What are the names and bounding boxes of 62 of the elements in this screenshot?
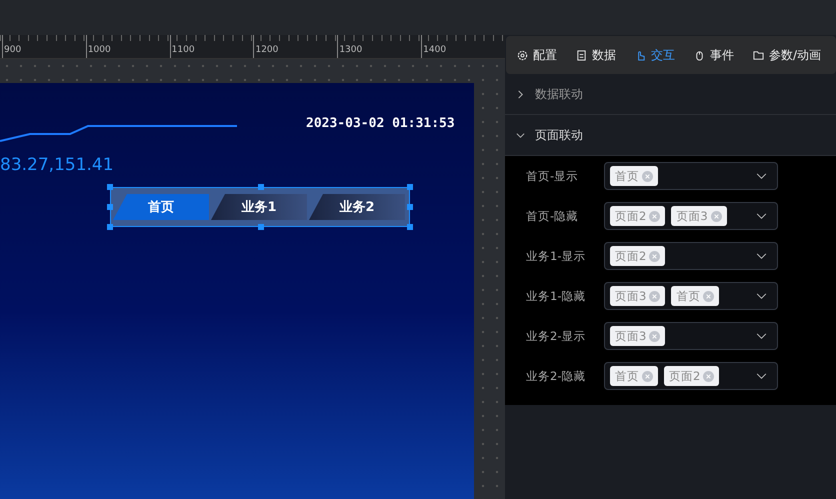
field-label: 首页-隐藏	[525, 208, 580, 224]
tag: 页面3	[671, 206, 727, 226]
multi-select[interactable]: 页面3	[604, 322, 778, 350]
ruler-label: 1100	[170, 35, 254, 58]
close-icon[interactable]	[642, 370, 653, 382]
resize-handle[interactable]	[407, 224, 413, 230]
multi-select[interactable]: 页面2 页面3	[604, 202, 778, 230]
multi-select[interactable]: 首页 页面2	[604, 362, 778, 390]
resize-handle[interactable]	[407, 204, 413, 210]
tag: 页面2	[610, 246, 666, 266]
panel-tab[interactable]: 数据	[576, 46, 616, 64]
multi-select[interactable]: 页面2	[604, 242, 778, 270]
resize-handle[interactable]	[107, 204, 113, 210]
widget-tab[interactable]: 业务2	[309, 194, 405, 220]
chevron-icon	[516, 130, 525, 140]
datetime-text: 2023-03-02 01:31:53	[306, 116, 455, 131]
tag: 页面3	[610, 326, 666, 346]
tag: 页面3	[610, 286, 666, 306]
close-icon[interactable]	[710, 210, 722, 222]
collapse-header[interactable]: 数据联动	[505, 74, 836, 115]
field-label: 业务2-隐藏	[525, 368, 586, 384]
mouse-icon	[694, 50, 705, 60]
tag: 页面2	[610, 206, 666, 226]
close-icon[interactable]	[649, 210, 660, 222]
field-label: 首页-显示	[525, 168, 580, 184]
field-label: 业务1-隐藏	[525, 288, 586, 304]
resize-handle[interactable]	[107, 224, 113, 230]
ruler-label: 1300	[337, 35, 422, 58]
folder-icon	[753, 50, 764, 60]
tab-widget[interactable]: 首页 业务1 业务2	[110, 187, 410, 227]
resize-handle[interactable]	[258, 184, 264, 190]
resize-handle[interactable]	[258, 224, 264, 230]
resize-handle[interactable]	[107, 184, 113, 190]
ruler-label: 1200	[253, 35, 338, 58]
coordinates-text: 83.27,151.41	[0, 155, 114, 175]
close-icon[interactable]	[649, 290, 660, 302]
tag: 首页	[610, 166, 658, 186]
hand-pointer-icon	[635, 50, 646, 60]
panel-tab[interactable]: 事件	[694, 46, 734, 64]
close-icon[interactable]	[649, 250, 660, 262]
chevron-icon	[516, 90, 525, 98]
close-icon[interactable]	[703, 370, 714, 382]
gear-icon	[517, 50, 528, 60]
field-label: 业务2-显示	[525, 328, 586, 344]
close-icon[interactable]	[642, 170, 653, 182]
tag: 页面2	[664, 366, 720, 386]
tag: 首页	[610, 366, 658, 386]
panel-tab[interactable]: 交互	[635, 46, 675, 64]
ruler-label: 900	[2, 35, 86, 58]
close-icon[interactable]	[649, 330, 660, 342]
ruler-label: 1000	[86, 35, 170, 58]
widget-tab[interactable]: 业务1	[211, 194, 307, 220]
widget-tab[interactable]: 首页	[113, 194, 209, 220]
multi-select[interactable]: 页面3 首页	[604, 282, 778, 310]
multi-select[interactable]: 首页	[604, 162, 778, 190]
tag: 首页	[671, 286, 720, 306]
field-label: 业务1-显示	[525, 248, 586, 264]
panel-tab[interactable]: 配置	[517, 46, 557, 64]
resize-handle[interactable]	[407, 184, 413, 190]
panel-tab[interactable]: 参数/动画	[753, 46, 822, 64]
document-icon	[576, 50, 587, 60]
close-icon[interactable]	[703, 290, 714, 302]
